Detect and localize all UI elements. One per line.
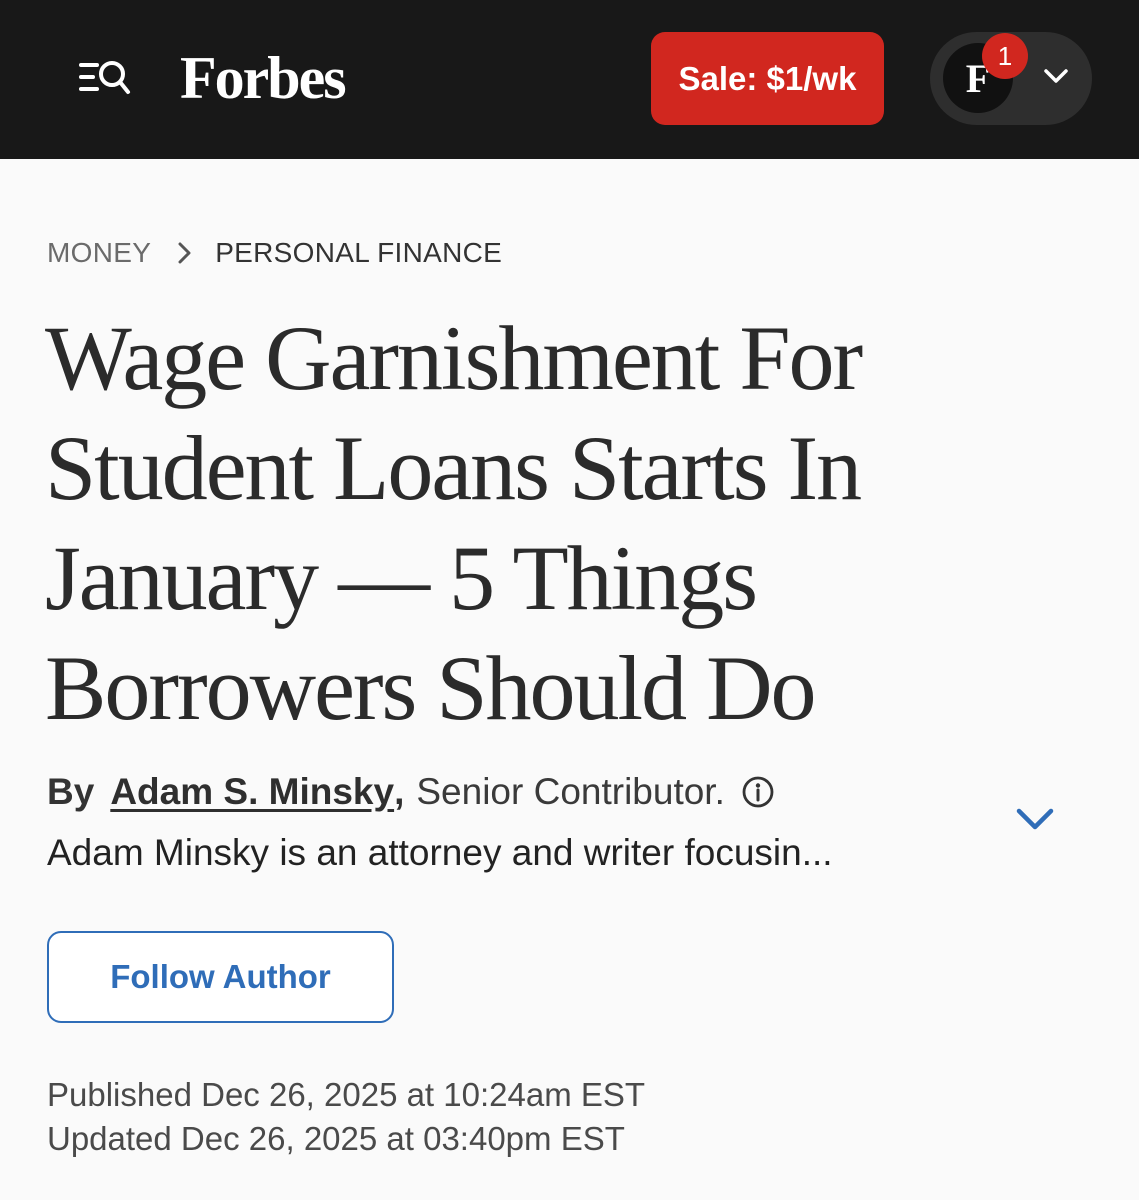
- follow-author-button[interactable]: Follow Author: [47, 931, 394, 1023]
- author-name-link[interactable]: Adam S. Minsky: [110, 771, 394, 813]
- notification-badge: 1: [982, 33, 1028, 79]
- forbes-logo[interactable]: Forbes: [180, 38, 347, 118]
- article-headline: Wage Garnishment For Student Loans Start…: [45, 307, 863, 739]
- breadcrumb-personal-finance-link[interactable]: PERSONAL FINANCE: [215, 237, 502, 269]
- byline: By Adam S. Minsky , Senior Contributor.: [47, 768, 775, 816]
- sale-subscribe-button[interactable]: Sale: $1/wk: [651, 32, 884, 125]
- menu-search-icon[interactable]: [78, 56, 132, 100]
- expand-bio-chevron-down-icon[interactable]: [1014, 805, 1056, 838]
- chevron-down-icon: [1043, 67, 1069, 90]
- chevron-right-icon: [177, 241, 193, 265]
- account-menu-button[interactable]: F 1: [930, 32, 1092, 125]
- byline-prefix: By: [47, 771, 95, 812]
- author-bio: Adam Minsky is an attorney and writer fo…: [47, 832, 833, 873]
- info-icon[interactable]: [741, 775, 775, 809]
- breadcrumb: MONEY PERSONAL FINANCE: [47, 234, 502, 272]
- breadcrumb-money-link[interactable]: MONEY: [47, 237, 151, 269]
- top-navigation-bar: Forbes Sale: $1/wk F 1: [0, 0, 1139, 159]
- byline-comma: ,: [394, 771, 405, 812]
- published-date: Published Dec 26, 2025 at 10:24am EST: [47, 1076, 646, 1113]
- updated-date: Updated Dec 26, 2025 at 03:40pm EST: [47, 1120, 625, 1157]
- author-role: Senior Contributor.: [416, 771, 725, 812]
